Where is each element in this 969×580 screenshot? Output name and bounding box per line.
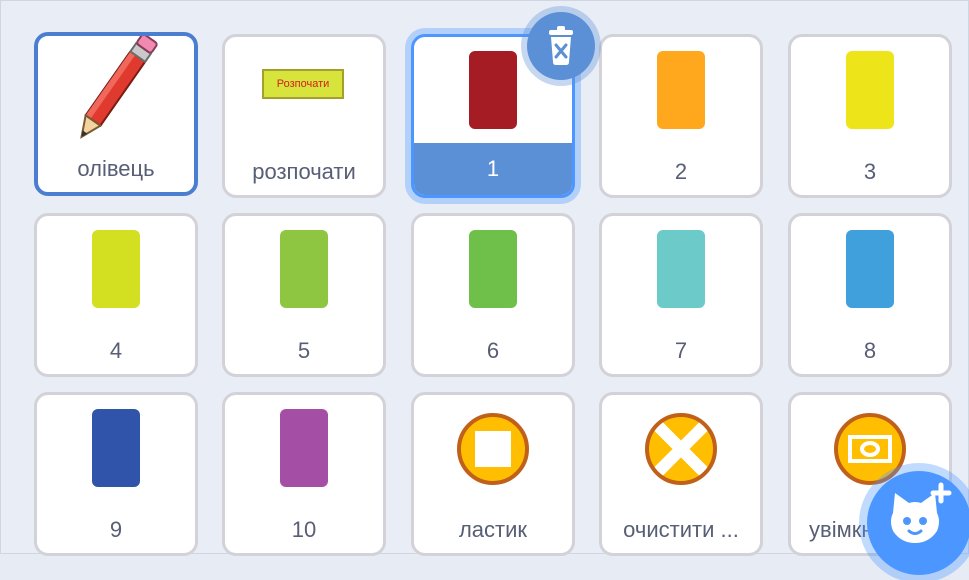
sprite-name: ластик xyxy=(458,517,528,542)
sprite-thumbnail xyxy=(38,36,194,148)
sprite-thumbnail xyxy=(414,216,572,328)
color-swatch xyxy=(280,230,328,308)
sprite-tile-6[interactable]: 6 xyxy=(411,213,575,377)
sprite-name: 4 xyxy=(109,338,123,363)
sprite-name: 6 xyxy=(486,338,500,363)
sprite-tile-10[interactable]: 10 xyxy=(222,392,386,556)
sprite-name: 2 xyxy=(674,159,688,184)
color-swatch xyxy=(469,230,517,308)
sprite-tile-start[interactable]: Розпочати розпочати xyxy=(222,34,386,198)
pencil-icon xyxy=(80,36,158,139)
color-swatch xyxy=(846,51,894,129)
sprite-thumbnail xyxy=(791,216,949,328)
sprite-tile-clear[interactable]: очистити ... xyxy=(599,392,763,556)
trash-icon xyxy=(549,26,573,65)
sprite-tile-8[interactable]: 8 xyxy=(788,213,952,377)
sprite-name: 9 xyxy=(109,517,123,542)
sprite-name: 1 xyxy=(414,143,572,195)
cat-plus-icon xyxy=(891,482,952,543)
start-sign-image: Розпочати xyxy=(262,69,344,99)
sprite-thumbnail xyxy=(602,395,760,507)
sprite-thumbnail xyxy=(414,395,572,507)
color-swatch xyxy=(657,230,705,308)
sprite-thumbnail xyxy=(225,216,383,328)
sprite-thumbnail xyxy=(602,216,760,328)
sprite-thumbnail xyxy=(37,216,195,328)
add-sprite-button[interactable] xyxy=(867,471,969,575)
sprite-tile-7[interactable]: 7 xyxy=(599,213,763,377)
color-swatch xyxy=(280,409,328,487)
sprite-thumbnail xyxy=(37,395,195,507)
sprite-tile-2[interactable]: 2 xyxy=(599,34,763,198)
sprite-name: очистити ... xyxy=(623,517,739,542)
sprite-name: олівець xyxy=(77,156,155,181)
sprite-name: 8 xyxy=(863,338,877,363)
sprite-name: 7 xyxy=(674,338,688,363)
color-swatch xyxy=(846,230,894,308)
sprite-tile-4[interactable]: 4 xyxy=(34,213,198,377)
sprite-name: 3 xyxy=(863,159,877,184)
sprite-tile-5[interactable]: 5 xyxy=(222,213,386,377)
sprite-tile-pencil[interactable]: олівець xyxy=(34,32,198,196)
sprite-thumbnail xyxy=(791,37,949,149)
sprite-thumbnail: Розпочати xyxy=(225,37,383,149)
x-icon xyxy=(645,413,717,485)
sprite-thumbnail xyxy=(602,37,760,149)
sprite-name: розпочати xyxy=(252,159,356,184)
stop-square-icon xyxy=(457,413,529,485)
sprite-name: 10 xyxy=(291,517,317,542)
sprite-tile-eraser[interactable]: ластик xyxy=(411,392,575,556)
sprite-tile-9[interactable]: 9 xyxy=(34,392,198,556)
sprite-tile-3[interactable]: 3 xyxy=(788,34,952,198)
color-swatch xyxy=(92,409,140,487)
sprite-pane: олівець Розпочати розпочати 1 2 3 4 5 6 … xyxy=(0,0,969,575)
delete-sprite-button[interactable] xyxy=(527,12,595,80)
sprite-name: 5 xyxy=(297,338,311,363)
color-swatch xyxy=(657,51,705,129)
color-swatch xyxy=(469,51,517,129)
color-swatch xyxy=(92,230,140,308)
sprite-thumbnail xyxy=(225,395,383,507)
